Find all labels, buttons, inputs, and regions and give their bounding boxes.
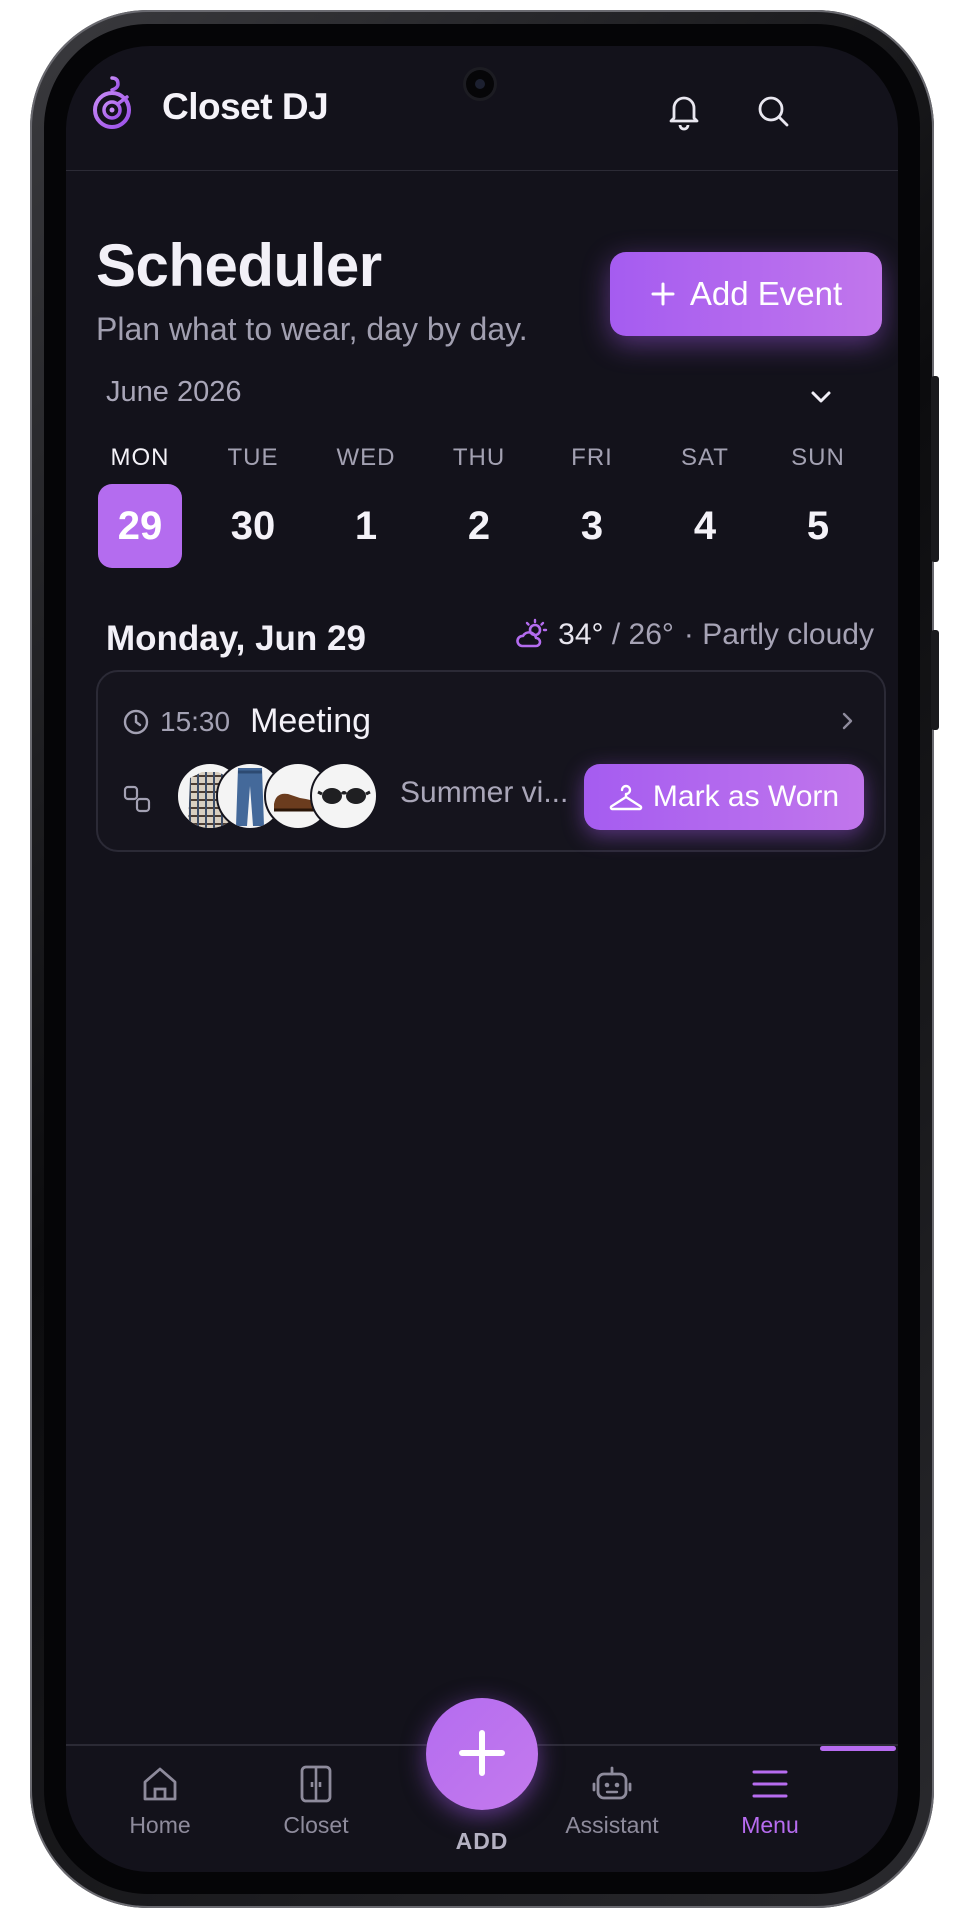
clock-icon [123,709,149,734]
event-card[interactable]: 15:30 Meeting Summer vi... Mark as Worn [96,670,886,852]
nav-item-closet[interactable]: Closet [246,1762,386,1839]
power-button [931,630,939,730]
closet-icon [300,1765,332,1803]
temp-low: 26° [628,618,674,651]
day-name: SUN [791,444,845,471]
weather-condition: · Partly cloudy [683,618,874,651]
nav-label: Menu [741,1812,799,1838]
day-cell[interactable]: THU 2 [437,438,521,568]
day-number: 2 [467,504,491,548]
closet-dj-logo-icon [93,76,131,129]
add-event-label: Add Event [689,275,843,312]
day-name: THU [452,444,506,471]
hanger-icon [609,784,643,811]
page-title: Scheduler [96,232,382,299]
temp-high: 34° [558,618,604,651]
selected-day-heading: Monday, Jun 29 [106,619,366,658]
mark-as-worn-label: Mark as Worn [652,780,840,813]
day-number: 3 [580,504,604,548]
day-cell[interactable]: TUE 30 [211,438,295,568]
active-tab-indicator [820,1746,896,1751]
add-label: ADD [455,1828,509,1854]
temp-separator: / [611,618,621,651]
day-number: 30 [230,504,276,548]
front-camera [466,70,494,98]
day-cell[interactable]: FRI 3 [550,438,634,568]
day-name: FRI [571,444,613,471]
home-icon [143,1767,177,1801]
nav-label: Home [129,1812,191,1838]
event-time: 15:30 [160,705,231,737]
bell-icon[interactable] [662,88,706,132]
nav-label: Closet [283,1812,349,1838]
partly-cloudy-icon [516,618,548,648]
day-number: 29 [98,484,182,568]
robot-icon [592,1766,632,1800]
nav-item-menu[interactable]: Menu [700,1762,840,1839]
day-number: 5 [806,504,830,548]
chevron-down-icon[interactable] [806,382,836,412]
weather-summary: 34° / 26° · Partly cloudy [514,618,874,652]
outfit-name: Summer vi... [400,776,569,809]
sunglasses-thumbnail [310,762,378,830]
event-time-row: 15:30 Meeting [122,702,371,741]
plus-icon [459,1729,505,1776]
add-fab-button[interactable] [426,1698,538,1810]
search-icon[interactable] [752,90,796,134]
add-event-button[interactable]: Add Event [610,252,882,336]
nav-item-assistant[interactable]: Assistant [542,1762,682,1839]
mark-as-worn-button[interactable]: Mark as Worn [584,764,864,830]
volume-button [931,376,939,562]
day-name: MON [110,444,170,471]
day-cell[interactable]: WED 1 [324,438,408,568]
day-cell[interactable]: SAT 4 [663,438,747,568]
day-number: 1 [354,504,378,548]
outfit-icon [123,785,151,813]
menu-icon [752,1770,788,1798]
week-strip: MON 29 TUE 30 WED 1 THU 2 FRI 3 SAT 4 SU… [90,438,890,578]
day-name: WED [336,444,396,471]
page-subtitle: Plan what to wear, day by day. [96,311,528,347]
nav-label: Assistant [565,1812,659,1838]
day-number: 4 [693,504,717,548]
app-title: Closet DJ [162,86,329,127]
day-name: TUE [227,444,279,471]
header-divider [66,170,898,171]
event-title: Meeting [250,702,372,740]
nav-item-home[interactable]: Home [90,1762,230,1839]
day-cell[interactable]: SUN 5 [776,438,860,568]
outfit-thumbnails[interactable] [176,762,386,830]
chevron-right-icon[interactable] [836,710,858,732]
month-selector[interactable]: June 2026 [106,376,241,409]
app-screen: Closet DJ Scheduler Plan what to wear, d… [66,46,898,1872]
day-name: SAT [681,444,729,471]
plus-icon [651,282,675,306]
day-cell[interactable]: MON 29 [98,438,182,568]
